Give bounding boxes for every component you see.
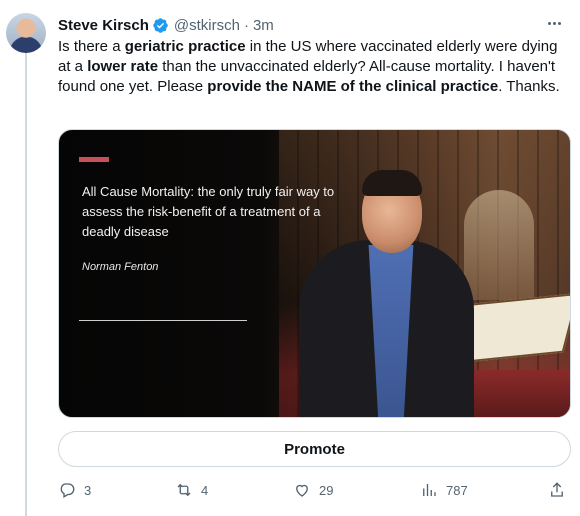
thread-line bbox=[25, 52, 27, 516]
avatar[interactable] bbox=[6, 13, 46, 53]
verified-badge-icon bbox=[152, 17, 169, 34]
views-count: 787 bbox=[446, 482, 468, 498]
share-button[interactable] bbox=[548, 480, 566, 500]
more-icon[interactable] bbox=[542, 13, 566, 33]
slide-quote: All Cause Mortality: the only truly fair… bbox=[82, 184, 335, 239]
tweet-header: Steve Kirsch @stkirsch · 3m bbox=[58, 15, 570, 35]
tweet-text-segment: . Thanks. bbox=[498, 78, 560, 95]
author-name[interactable]: Steve Kirsch bbox=[58, 17, 149, 34]
person-hair bbox=[362, 170, 422, 196]
promote-button[interactable]: Promote bbox=[58, 431, 571, 467]
views-button[interactable]: 787 bbox=[420, 480, 468, 500]
slide-rule bbox=[79, 320, 247, 321]
reply-button[interactable]: 3 bbox=[58, 480, 91, 500]
share-icon bbox=[551, 482, 563, 497]
views-icon bbox=[423, 484, 436, 496]
slide-author: Norman Fenton bbox=[82, 261, 159, 273]
tweet-text-bold: provide the NAME of the clinical practic… bbox=[207, 78, 499, 95]
slide-accent-bar bbox=[79, 157, 109, 162]
tweet-text-bold: lower rate bbox=[87, 58, 159, 75]
retweet-icon bbox=[177, 483, 191, 497]
action-bar: 3 4 29 787 bbox=[58, 480, 571, 500]
reply-icon bbox=[60, 483, 75, 498]
author-handle[interactable]: @stkirsch bbox=[174, 17, 240, 34]
separator-dot: · bbox=[243, 16, 249, 34]
retweet-count: 4 bbox=[201, 482, 209, 498]
retweet-button[interactable]: 4 bbox=[175, 480, 208, 500]
tweet-text-bold: geriatric practice bbox=[124, 38, 246, 55]
reply-count: 3 bbox=[84, 482, 92, 498]
tweet-media[interactable]: All Cause Mortality: the only truly fair… bbox=[58, 129, 571, 418]
like-count: 29 bbox=[319, 482, 334, 498]
arch-window bbox=[464, 190, 534, 300]
tweet-text: Is there a geriatric practice in the US … bbox=[58, 37, 572, 97]
like-button[interactable]: 29 bbox=[293, 480, 333, 500]
tweet-text-segment: Is there a bbox=[58, 38, 125, 55]
timestamp[interactable]: 3m bbox=[253, 17, 274, 34]
like-icon bbox=[296, 484, 308, 497]
